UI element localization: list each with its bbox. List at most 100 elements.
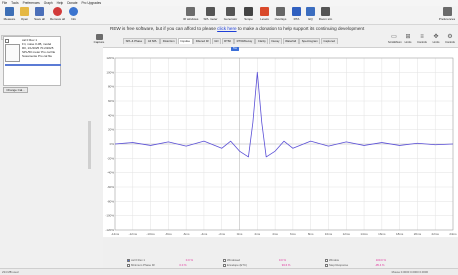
y-tick-label: -100% (105, 214, 114, 218)
measure-button[interactable]: Measure (2, 7, 17, 24)
banner-text-pre: REW is free software, but if you can aff… (110, 26, 218, 31)
controls-icon: ≡ (420, 34, 424, 40)
tab-gd[interactable]: GD (211, 38, 222, 44)
legend-item-window[interactable]: Window 100.0 % (325, 258, 386, 262)
memory-status: 234 MB used (2, 270, 19, 274)
x-tick-label: 6ms (290, 232, 296, 236)
info-icon (69, 7, 78, 16)
scope-button[interactable]: Scope (241, 7, 256, 24)
legend-checkbox[interactable] (223, 258, 226, 262)
info-button[interactable]: Info (66, 7, 81, 24)
legend-checkbox[interactable] (325, 263, 328, 267)
tab-captured[interactable]: Captured (320, 38, 338, 44)
save-all-button[interactable]: Save all (32, 7, 47, 24)
impulse-graph[interactable]: 120% 100% 80% 60% 40% 20% 0% -20% -40% -60% -80% -1… (103, 47, 458, 237)
tab-rt60-decay[interactable]: RT60/Decay (234, 38, 255, 44)
eq-icon (306, 7, 315, 16)
x-tick-label: -10ms (146, 232, 155, 236)
tab-impulse[interactable]: Impulse (177, 38, 193, 44)
remove-all-button[interactable]: Remove all (50, 7, 65, 24)
spl-meter-icon (206, 7, 215, 16)
scroll-icon: ▭ (391, 34, 397, 40)
generator-icon (226, 7, 235, 16)
donation-banner: REW is free software, but if you can aff… (110, 25, 380, 32)
x-tick-label: 22ms (432, 232, 440, 236)
range-button[interactable]: Tce (231, 47, 239, 51)
ir-windows-button[interactable]: IR windows (183, 7, 198, 24)
open-button[interactable]: Open (17, 7, 32, 24)
panel-scrollbar[interactable] (88, 121, 91, 169)
legend-item-envelope[interactable]: Envelope (ETC) 93.6 % (223, 263, 290, 267)
tab-waterfall[interactable]: Waterfall (282, 38, 299, 44)
legend-value: -95.4 % (374, 263, 385, 267)
x-tick-label: 20ms (414, 232, 422, 236)
graph-tabs: SPL & Phase All SPL Distortion Impulse F… (123, 38, 338, 44)
y-tick-label: 0% (110, 142, 115, 146)
limits-button[interactable]: ⊞ Limits (402, 33, 414, 44)
legend-name: Minimum Phase IR (131, 263, 155, 267)
change-cal-button[interactable]: Change Cal... (3, 87, 28, 93)
rta-button[interactable]: RTA (289, 7, 304, 24)
legend-item-windowed[interactable]: Windowed 0.0 % (223, 258, 286, 262)
y-tick-label: -60% (107, 185, 114, 189)
x-tick-label: 18ms (396, 232, 404, 236)
measurement-checkbox[interactable] (5, 39, 9, 43)
measurement-detail-4: Sosamente Pro cal file (22, 54, 53, 58)
status-bar: 234 MB used Mouse 0.0000 0.0000 0.0000 (0, 268, 458, 275)
tab-rt60[interactable]: RT60 (221, 38, 234, 44)
legend-item-cal[interactable]: cal 0 Rev 1 0.0 % (127, 258, 193, 262)
y-tick-label: -80% (107, 199, 114, 203)
legend-checkbox[interactable] (127, 263, 130, 267)
save-icon (35, 7, 44, 16)
levels-button[interactable]: Levels (257, 7, 272, 24)
legend-checkbox[interactable] (127, 258, 130, 262)
controls-gear-icon: ⚙ (447, 34, 453, 40)
x-tick-label: 16ms (378, 232, 386, 236)
tab-distortion[interactable]: Distortion (160, 38, 178, 44)
limits-arrow-button[interactable]: ✥ Limits (430, 33, 442, 44)
tab-filtered-ir[interactable]: Filtered IR (193, 38, 212, 44)
room-sim-button[interactable]: Room sim (318, 7, 333, 24)
controls-button[interactable]: ≡ Controls (416, 33, 428, 44)
eq-button[interactable]: EQ (303, 7, 318, 24)
x-tick-label: 24ms (449, 232, 457, 236)
rta-icon (292, 7, 301, 16)
y-tick-label: 100% (106, 70, 114, 74)
y-tick-label: 120% (106, 56, 114, 60)
legend-name: cal 0 Rev 1 (131, 258, 145, 262)
impulse-chart: 120% 100% 80% 60% 40% 20% 0% -20% -40% -60% -80% -1… (105, 56, 457, 236)
legend-checkbox[interactable] (325, 258, 328, 262)
legend-checkbox[interactable] (223, 263, 226, 267)
legend-value: 0.0 % (278, 258, 286, 262)
main-toolbar: Measure Open Save all Remove all Info IR… (0, 6, 458, 25)
tab-decay[interactable]: Decay (268, 38, 282, 44)
tab-all-spl[interactable]: All SPL (145, 38, 160, 44)
overlays-button[interactable]: Overlays (273, 7, 288, 24)
legend-item-step-response[interactable]: Step Response -95.4 % (325, 263, 385, 267)
scroll-zoom-button[interactable]: ▭ Scroll/Zoom (388, 33, 402, 44)
capture-button[interactable]: Capture (92, 34, 106, 47)
tab-clarity[interactable]: Clarity (255, 38, 269, 44)
measurement-thumbnail-icon (5, 44, 20, 62)
mouse-readout: Mouse 0.0000 0.0000 0.0000 (391, 270, 428, 274)
scope-icon (244, 7, 253, 16)
measure-icon (5, 7, 14, 16)
x-tick-label: 4ms (272, 232, 278, 236)
generator-button[interactable]: Generator (223, 7, 238, 24)
x-tick-label: -6ms (183, 232, 190, 236)
preferences-button[interactable]: Preferences (438, 7, 456, 24)
rew-window: File Tools Preferences Graph Help Donate… (0, 0, 458, 275)
tab-spl-phase[interactable]: SPL & Phase (123, 38, 145, 44)
x-tick-label: 8ms (308, 232, 314, 236)
legend-item-minimum-phase[interactable]: Minimum Phase IR 0.0 % (127, 263, 187, 267)
legend-name: Envelope (ETC) (227, 263, 247, 267)
legend-value: 93.6 % (281, 263, 291, 267)
donate-link[interactable]: click here (217, 26, 236, 31)
legend-value: 0.0 % (185, 258, 193, 262)
measurement-card[interactable]: cal 0 Rev 1 Fri, noise 0 dB, model R0, 1… (3, 36, 61, 86)
spl-meter-button[interactable]: SPL meter (203, 7, 218, 24)
limits-icon: ⊞ (405, 34, 411, 40)
x-tick-label: -8ms (165, 232, 172, 236)
tab-spectrogram[interactable]: Spectrogram (299, 38, 321, 44)
controls-gear-button[interactable]: ⚙ Controls (444, 33, 456, 44)
